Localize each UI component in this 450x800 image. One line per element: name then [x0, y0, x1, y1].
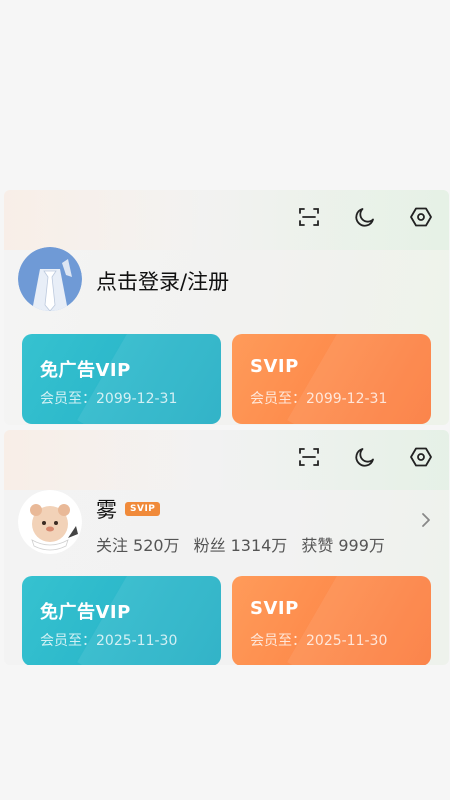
profile-panel-logged-out: 点击登录/注册 免广告VIP 会员至：2099-12-31 SVIP 会员至：2…: [4, 190, 449, 425]
profile-panel-logged-in: 雾 SVIP 关注 520万 粉丝 1314万 获赞 999万 免广告VIP 会…: [4, 430, 449, 665]
stat-likes[interactable]: 获赞 999万: [301, 532, 385, 556]
card-expire-date: 会员至：2099-12-31: [250, 391, 388, 407]
stat-value: 999万: [338, 536, 385, 555]
ad-free-vip-card[interactable]: 免广告VIP 会员至：2099-12-31: [22, 334, 221, 424]
toolbar: [281, 430, 449, 484]
moon-icon[interactable]: [337, 430, 393, 484]
card-title: SVIP: [250, 598, 299, 619]
toolbar: [281, 190, 449, 244]
card-title: SVIP: [250, 356, 299, 377]
chevron-right-icon[interactable]: [419, 510, 433, 530]
scan-icon[interactable]: [281, 430, 337, 484]
ad-free-vip-card[interactable]: 免广告VIP 会员至：2025-11-30: [22, 576, 221, 665]
login-register-link[interactable]: 点击登录/注册: [96, 266, 229, 296]
stat-value: 1314万: [230, 536, 288, 555]
stat-label: 粉丝: [193, 536, 226, 555]
settings-icon[interactable]: [393, 190, 449, 244]
scan-icon[interactable]: [281, 190, 337, 244]
user-name-row: 雾 SVIP: [96, 494, 161, 524]
stat-followers[interactable]: 粉丝 1314万: [194, 532, 288, 556]
svip-card[interactable]: SVIP 会员至：2025-11-30: [232, 576, 431, 665]
card-title: 免广告VIP: [40, 602, 131, 623]
stat-value: 520万: [133, 536, 180, 555]
username: 雾: [96, 498, 117, 522]
user-stats: 关注 520万 粉丝 1314万 获赞 999万: [96, 532, 385, 556]
user-avatar[interactable]: [18, 490, 82, 554]
settings-icon[interactable]: [393, 430, 449, 484]
card-expire-date: 会员至：2025-11-30: [250, 633, 388, 649]
card-expire-date: 会员至：2099-12-31: [40, 391, 178, 407]
default-avatar[interactable]: [18, 247, 82, 311]
stat-label: 获赞: [301, 536, 334, 555]
card-expire-date: 会员至：2025-11-30: [40, 633, 178, 649]
card-title: 免广告VIP: [40, 360, 131, 381]
svip-card[interactable]: SVIP 会员至：2099-12-31: [232, 334, 431, 424]
stat-following[interactable]: 关注 520万: [96, 532, 180, 556]
svip-badge: SVIP: [125, 502, 161, 516]
moon-icon[interactable]: [337, 190, 393, 244]
stat-label: 关注: [96, 536, 129, 555]
